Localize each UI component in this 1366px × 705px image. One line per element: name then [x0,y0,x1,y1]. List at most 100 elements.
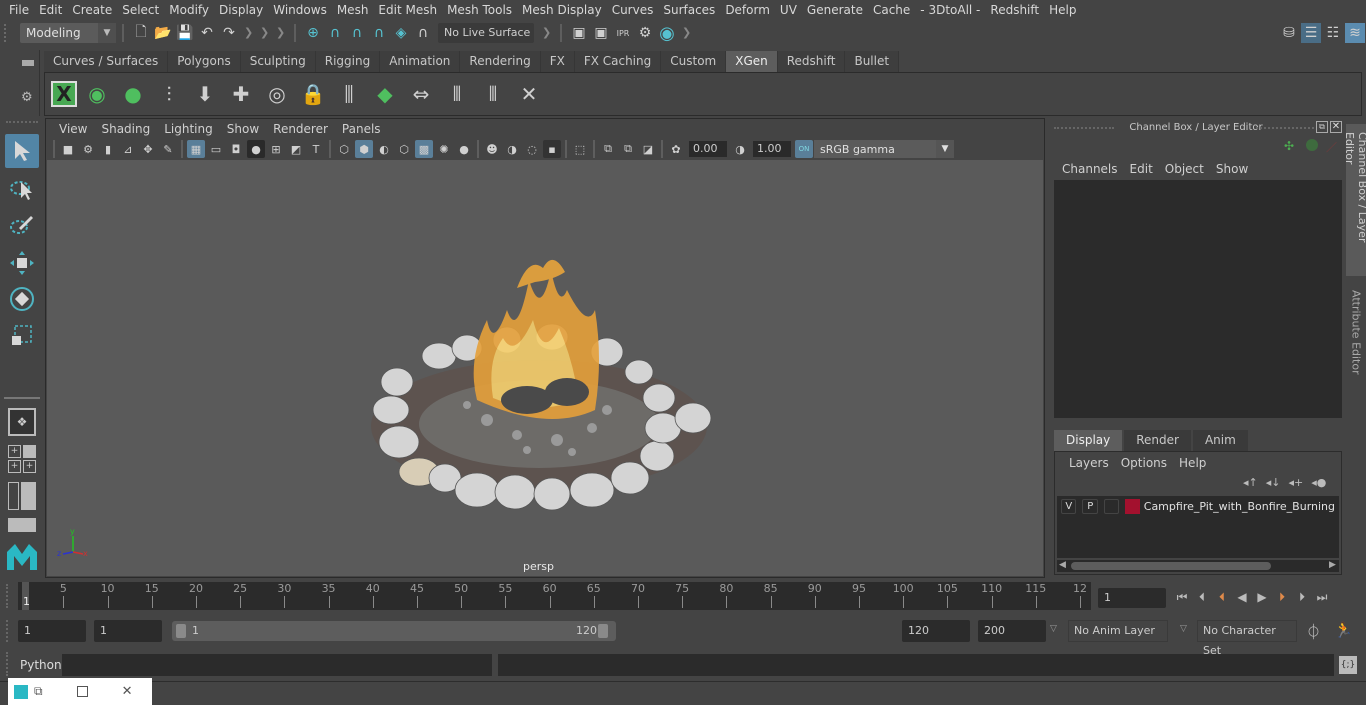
drag-handle[interactable] [4,24,10,42]
four-pane-layout-button[interactable]: + + + [8,445,36,473]
float-panel-icon[interactable]: ⧉ [1316,121,1328,133]
step-forward-key-icon[interactable]: ⏵ [1272,587,1292,607]
auto-key-icon[interactable]: ⏀ [1306,621,1321,642]
scrollbar-thumb[interactable] [1071,562,1271,570]
move-layer-up-icon[interactable]: ◂↑ [1243,476,1258,489]
hyper-icon[interactable]: ／ [1326,139,1337,155]
new-scene-icon[interactable]: 🗋 [131,23,151,43]
render-settings-gear-icon[interactable]: ⚙ [635,23,655,43]
collapse-icon[interactable]: ❯ [276,25,285,41]
tool-settings-icon[interactable]: ☷ [1323,23,1343,43]
motion-blur-icon[interactable]: ◑ [503,140,521,158]
xgen-lock-guides-icon[interactable]: 🔒 [297,78,329,110]
shelf-tab-rendering[interactable]: Rendering [460,51,541,72]
menu-display[interactable]: Display [214,3,268,17]
viewport-menu-view[interactable]: View [52,122,94,136]
collapse-icon[interactable]: ❯ [682,25,691,41]
menu-generate[interactable]: Generate [802,3,868,17]
field-chart-icon[interactable]: ⊞ [267,140,285,158]
shelf-tab-curves-surfaces[interactable]: Curves / Surfaces [44,51,169,72]
xgen-sculpt-icon[interactable]: ⫴ [441,78,473,110]
layer-menu-help[interactable]: Help [1173,456,1212,470]
xgen-split-guides-icon[interactable]: ⫼ [333,78,365,110]
close-icon[interactable]: ✕ [122,684,133,699]
resolution-gate-icon[interactable]: ◘ [227,140,245,158]
menu-mesh-tools[interactable]: Mesh Tools [442,3,517,17]
xgen-delete-guides-icon[interactable]: ✕ [513,78,545,110]
collapse-icon[interactable]: ❯ [260,25,269,41]
animation-preferences-icon[interactable]: 🏃 [1334,621,1353,639]
2d-pan-zoom-icon[interactable]: ✥ [139,140,157,158]
snap-live-icon[interactable]: ∩ [413,23,433,43]
drag-handle[interactable] [6,620,9,642]
xgen-bound-icon[interactable]: ⫴ [477,78,509,110]
new-layer-selected-icon[interactable]: ◂● [1311,476,1326,489]
scale-tool[interactable] [5,318,39,352]
menu-create[interactable]: Create [67,3,117,17]
wireframe-icon[interactable]: ⬡ [335,140,353,158]
safe-title-icon[interactable]: T [307,140,325,158]
layer-display-type-toggle[interactable] [1103,499,1120,514]
side-tab-attribute-editor[interactable]: Attribute Editor [1346,282,1366,386]
make-live-icon[interactable]: ◈ [391,23,411,43]
range-slider[interactable]: 1 120 [172,621,616,641]
grid-toggle-icon[interactable]: ▦ [187,140,205,158]
layer-tab-display[interactable]: Display [1054,430,1123,451]
depth-of-field-icon[interactable]: ▪ [543,140,561,158]
menu-mesh-display[interactable]: Mesh Display [517,3,607,17]
menu-file[interactable]: File [4,3,34,17]
step-back-frame-icon[interactable]: ⏴ [1192,587,1212,607]
layer-tab-anim[interactable]: Anim [1192,430,1248,451]
collapse-icon[interactable]: ❯ [542,25,551,41]
collapse-icon[interactable]: ❯ [244,25,253,41]
go-to-start-icon[interactable]: ⏮ [1172,587,1192,607]
step-back-key-icon[interactable]: ⏴ [1212,587,1232,607]
command-language-label[interactable]: Python [20,658,62,672]
shelf-tab-fx-caching[interactable]: FX Caching [574,51,662,72]
exposure-field[interactable]: 0.00 [689,141,727,157]
color-management-toggle-icon[interactable]: ON [795,140,813,158]
rotate-tool[interactable] [5,282,39,316]
channel-box-menu-channels[interactable]: Channels [1056,162,1124,176]
safe-action-icon[interactable]: ◩ [287,140,305,158]
render-settings-icon[interactable]: ▣ [569,23,589,43]
viewport-menu-panels[interactable]: Panels [335,122,388,136]
maximize-icon[interactable] [76,686,88,697]
go-to-end-icon[interactable]: ⏭ [1312,587,1332,607]
ipr-render-icon[interactable]: IPR [613,23,633,43]
3d-viewport[interactable]: y x z persp [47,160,1043,576]
render-frame-icon[interactable]: ▣ [591,23,611,43]
drag-handle[interactable] [6,121,38,123]
play-backward-icon[interactable]: ◀ [1232,587,1252,607]
script-editor-icon[interactable]: {;} [1339,656,1357,674]
use-all-lights-icon[interactable]: ✺ [435,140,453,158]
start-time-field[interactable]: 1 [18,620,86,642]
bookmark-icon[interactable]: ▮ [99,140,117,158]
range-end-handle[interactable] [598,624,608,638]
textured-icon[interactable]: ▩ [415,140,433,158]
restore-icon[interactable]: ⧉ [34,684,43,699]
shadows-icon[interactable]: ● [455,140,473,158]
single-pane-layout-button[interactable]: ❖ [8,408,36,436]
manipulator-icon[interactable]: ✣ [1284,139,1294,153]
menu-help[interactable]: Help [1044,3,1081,17]
viewport-menu-show[interactable]: Show [220,122,266,136]
shelf-settings-gear-icon[interactable]: ⚙ [21,90,33,105]
gamma-icon[interactable]: ◑ [731,140,749,158]
xgen-place-icon[interactable]: ⬇ [189,78,221,110]
hud-icon[interactable]: ◪ [639,140,657,158]
xgen-add-guides-icon[interactable]: ✚ [225,78,257,110]
layer-menu-layers[interactable]: Layers [1063,456,1115,470]
menu-uv[interactable]: UV [775,3,802,17]
step-forward-frame-icon[interactable]: ⏵ [1292,587,1312,607]
menu-select[interactable]: Select [117,3,164,17]
layer-playback-toggle[interactable]: P [1082,499,1098,514]
channel-box-menu-edit[interactable]: Edit [1124,162,1159,176]
screen-space-ao-icon[interactable]: ☻ [483,140,501,158]
xray-icon[interactable]: ⬡ [395,140,413,158]
drag-handle[interactable] [1256,127,1314,129]
drag-handle[interactable] [6,652,9,676]
menu-3dtoall[interactable]: - 3DtoAll - [915,3,985,17]
snap-grid-icon[interactable]: ⊕ [303,23,323,43]
layer-name[interactable]: Campfire_Pit_with_Bonfire_Burning [1144,500,1335,513]
